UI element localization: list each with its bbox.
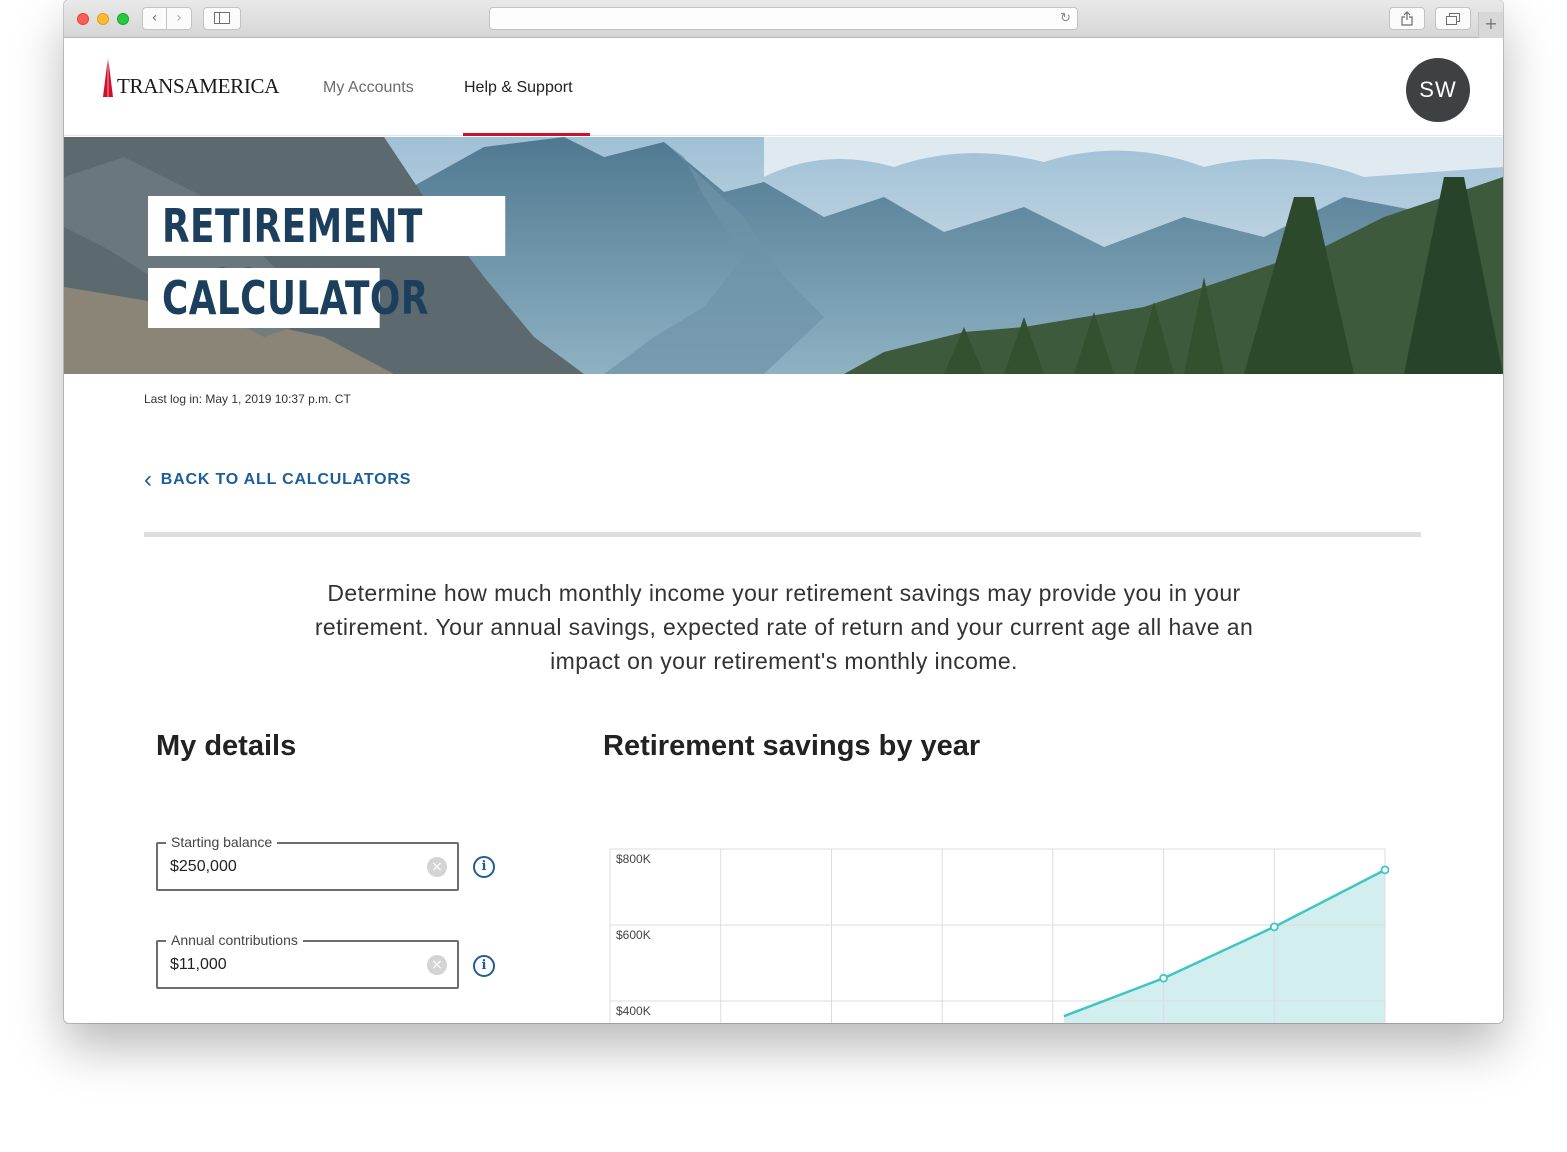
data-point (1380, 865, 1389, 875)
info-icon[interactable]: i (473, 955, 495, 977)
share-icon[interactable] (1389, 7, 1425, 30)
site-header: TRANSAMERICA My Accounts Help & Support … (64, 38, 1503, 136)
starting-balance-field[interactable]: Starting balance $250,000 × (156, 833, 459, 891)
transamerica-logo[interactable]: TRANSAMERICA (102, 57, 279, 97)
chart-heading: Retirement savings by year (603, 730, 981, 762)
browser-toolbar: ‹ › ↻ + (64, 0, 1503, 38)
sidebar-toggle-icon[interactable] (203, 7, 241, 30)
browser-window: ‹ › ↻ + TRANSAMERICA My Accounts Help & … (64, 0, 1503, 1023)
y-tick-label: $600K (616, 928, 651, 942)
data-point (1159, 973, 1168, 983)
minimize-window-button[interactable] (97, 13, 109, 25)
annual-contributions-value[interactable]: $11,000 (170, 954, 227, 976)
active-nav-indicator (463, 133, 590, 136)
pyramid-logo-icon (103, 57, 113, 97)
close-window-button[interactable] (77, 13, 89, 25)
tab-overview-icon[interactable] (1435, 7, 1471, 30)
hero-title-line2: CALCULATOR (148, 268, 428, 328)
zoom-window-button[interactable] (117, 13, 129, 25)
clear-input-icon[interactable]: × (427, 955, 447, 975)
user-avatar[interactable]: SW (1406, 58, 1470, 122)
starting-balance-value[interactable]: $250,000 (170, 856, 237, 878)
nav-help-support[interactable]: Help & Support (464, 78, 573, 98)
address-bar[interactable]: ↻ (489, 7, 1078, 30)
starting-balance-label: Starting balance (166, 833, 278, 851)
new-tab-icon[interactable]: + (1478, 12, 1503, 38)
brand-name: TRANSAMERICA (117, 74, 280, 98)
back-icon[interactable]: ‹ (142, 7, 167, 30)
my-details-heading: My details (156, 730, 297, 762)
back-to-calculators-link[interactable]: ‹ BACK TO ALL CALCULATORS (144, 466, 412, 493)
forward-icon[interactable]: › (167, 7, 192, 30)
hero-banner: RETIREMENT INCOME CALCULATOR (64, 137, 1503, 374)
reload-icon[interactable]: ↻ (1060, 8, 1071, 29)
retirement-savings-chart: $800K $600K $400K (609, 848, 1389, 1023)
last-login-text: Last log in: May 1, 2019 10:37 p.m. CT (144, 392, 351, 406)
chevron-left-icon: ‹ (144, 466, 153, 493)
chart-area-fill (1063, 869, 1385, 1023)
intro-paragraph: Determine how much monthly income your r… (314, 580, 1254, 674)
info-icon[interactable]: i (473, 856, 495, 878)
y-tick-label: $400K (616, 1004, 651, 1018)
y-tick-label: $800K (616, 852, 651, 866)
nav-my-accounts[interactable]: My Accounts (323, 78, 414, 98)
hero-title-line1: RETIREMENT INCOME (148, 196, 506, 313)
data-point (1269, 922, 1279, 932)
annual-contributions-field[interactable]: Annual contributions $11,000 × (156, 931, 459, 989)
back-link-label: BACK TO ALL CALCULATORS (160, 471, 412, 488)
annual-contributions-label: Annual contributions (166, 931, 303, 949)
section-divider (144, 532, 1421, 537)
clear-input-icon[interactable]: × (427, 857, 447, 877)
